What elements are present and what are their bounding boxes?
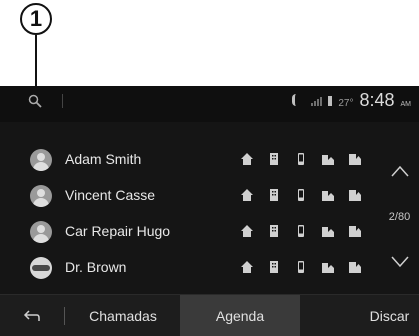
- mobile-phone-icon[interactable]: [294, 224, 308, 238]
- scroll-up-button[interactable]: [389, 160, 411, 182]
- chevron-up-icon: [391, 165, 409, 177]
- clock-ampm: AM: [400, 101, 412, 108]
- home-office-icon[interactable]: [321, 188, 335, 202]
- search-icon[interactable]: [26, 92, 44, 110]
- home-office-icon[interactable]: [321, 260, 335, 274]
- mobile-phone-icon[interactable]: [294, 188, 308, 202]
- office-phone-icon[interactable]: [267, 152, 281, 166]
- office-phone-icon[interactable]: [267, 224, 281, 238]
- avatar: [30, 221, 52, 243]
- phone-screen: 27° 8:48 AM Adam Smith Vincent Casse Car…: [0, 86, 419, 336]
- mobile-phone-icon[interactable]: [294, 152, 308, 166]
- brand-logo-avatar: [30, 257, 52, 279]
- contact-number-icons: [240, 152, 362, 166]
- back-arrow-icon: [23, 309, 40, 321]
- signal-icon: [311, 96, 323, 106]
- contact-number-icons: [240, 188, 362, 202]
- back-button[interactable]: [0, 295, 63, 336]
- tab-discar[interactable]: Discar: [300, 295, 419, 336]
- work-office-icon[interactable]: [348, 260, 362, 274]
- contact-name: Car Repair Hugo: [65, 223, 171, 239]
- contact-row[interactable]: Car Repair Hugo: [0, 213, 380, 249]
- contact-name: Adam Smith: [65, 151, 142, 167]
- home-phone-icon[interactable]: [240, 224, 254, 238]
- tab-agenda[interactable]: Agenda: [180, 295, 300, 336]
- callout-number: 1: [20, 3, 52, 35]
- contact-name: Dr. Brown: [65, 259, 127, 275]
- temperature: 27°: [338, 98, 354, 109]
- home-phone-icon[interactable]: [240, 188, 254, 202]
- office-phone-icon[interactable]: [267, 188, 281, 202]
- page-indicator: 2/80: [388, 211, 411, 223]
- tab-divider: [64, 307, 65, 325]
- tab-chamadas[interactable]: Chamadas: [66, 295, 180, 336]
- home-phone-icon[interactable]: [240, 152, 254, 166]
- bottom-tab-bar: Chamadas Agenda Discar: [0, 294, 419, 336]
- contact-name: Vincent Casse: [65, 187, 156, 203]
- contact-row[interactable]: Dr. Brown: [0, 249, 380, 285]
- contact-row[interactable]: Vincent Casse: [0, 177, 380, 213]
- home-office-icon[interactable]: [321, 152, 335, 166]
- callout-label: 1: [29, 6, 43, 31]
- work-office-icon[interactable]: [348, 224, 362, 238]
- phone-connected-icon: [292, 94, 305, 106]
- scroll-down-button[interactable]: [389, 251, 411, 273]
- callout-leader-line: [35, 35, 37, 91]
- home-office-icon[interactable]: [321, 224, 335, 238]
- contact-row[interactable]: Adam Smith: [0, 141, 380, 177]
- contact-number-icons: [240, 224, 362, 238]
- scroll-controls: 2/80: [380, 136, 419, 281]
- status-area: 27° 8:48 AM: [292, 90, 411, 111]
- topbar-separator: [62, 94, 63, 108]
- avatar: [30, 185, 52, 207]
- work-office-icon[interactable]: [348, 188, 362, 202]
- home-phone-icon[interactable]: [240, 260, 254, 274]
- top-bar: 27° 8:48 AM: [0, 86, 419, 122]
- office-phone-icon[interactable]: [267, 260, 281, 274]
- work-office-icon[interactable]: [348, 152, 362, 166]
- contact-list: Adam Smith Vincent Casse Car Repair Hugo…: [0, 141, 380, 285]
- clock-time: 8:48: [359, 90, 395, 110]
- chevron-down-icon: [391, 256, 409, 268]
- battery-icon: [328, 96, 333, 106]
- avatar: [30, 149, 52, 171]
- contact-number-icons: [240, 260, 362, 274]
- mobile-phone-icon[interactable]: [294, 260, 308, 274]
